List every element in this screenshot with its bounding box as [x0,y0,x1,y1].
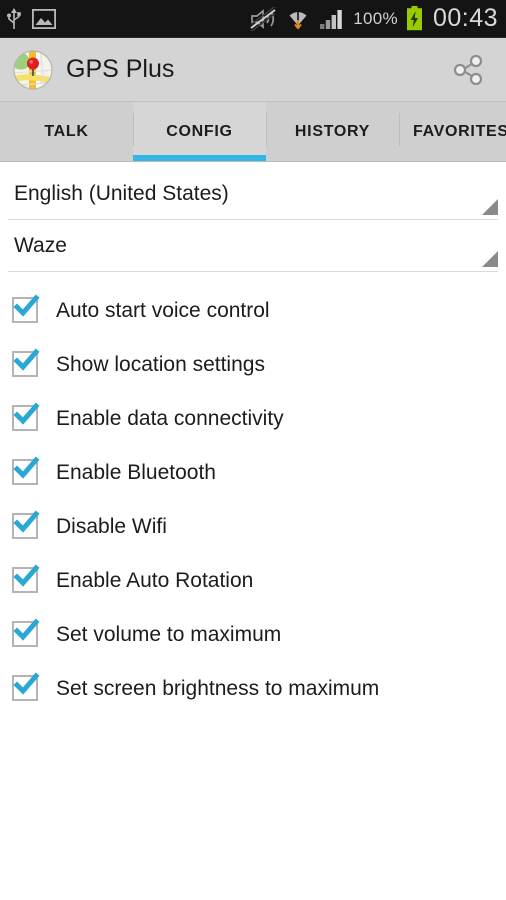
tab-config[interactable]: CONFIG [133,102,266,161]
share-button[interactable] [444,46,492,94]
tab-favorites-underline [399,155,506,161]
tab-config-label: CONFIG [166,122,233,140]
checkbox-label: Enable Auto Rotation [56,569,254,592]
config-panel: English (United States) Waze Auto start … [0,168,506,716]
status-bar: 100% 00:43 [0,0,506,38]
tab-history-underline [266,155,399,161]
tab-history[interactable]: HISTORY [266,102,399,161]
clock-label: 00:43 [432,4,498,32]
wifi-download-icon [289,10,307,30]
checkbox-row-disable-wifi[interactable]: Disable Wifi [0,500,506,554]
navigation-app-spinner-value: Waze [14,233,67,257]
spinner-triangle-icon [482,199,498,215]
checkbox-label: Disable Wifi [56,515,167,538]
language-spinner[interactable]: English (United States) [8,168,498,220]
checkbox-row-enable-data-connectivity[interactable]: Enable data connectivity [0,392,506,446]
mute-vibrate-off-icon [250,6,276,31]
gps-map-globe-icon [13,49,53,90]
spinner-triangle-icon [482,251,498,267]
checkbox-label: Set volume to maximum [56,623,282,646]
checkbox-row-enable-bluetooth[interactable]: Enable Bluetooth [0,446,506,500]
tab-history-label: HISTORY [294,122,371,140]
tab-favorites[interactable]: FAVORITES [399,102,506,161]
checkbox-label: Set screen brightness to maximum [56,677,380,700]
checkbox-label: Enable data connectivity [56,407,284,430]
checkbox-checked-icon[interactable] [12,672,40,703]
language-spinner-value: English (United States) [14,181,229,205]
status-bar-right-icons: 100% 00:43 [249,6,498,31]
checkbox-checked-icon[interactable] [12,294,40,325]
battery-charging-icon [406,6,422,31]
checkbox-row-set-volume-to-maximum[interactable]: Set volume to maximum [0,608,506,662]
checkbox-row-show-location-settings[interactable]: Show location settings [0,338,506,392]
checkbox-checked-icon[interactable] [12,618,40,649]
checkbox-label: Show location settings [56,353,265,376]
checkbox-row-enable-auto-rotation[interactable]: Enable Auto Rotation [0,554,506,608]
settings-checkbox-list: Auto start voice control Show location s… [0,272,506,716]
checkbox-checked-icon[interactable] [12,456,40,487]
checkbox-checked-icon[interactable] [12,510,40,541]
tab-talk-label: TALK [44,122,89,140]
battery-percent-label: 100% [353,8,398,28]
signal-bars-icon [320,9,343,29]
checkbox-row-auto-start-voice-control[interactable]: Auto start voice control [0,284,506,338]
tab-talk[interactable]: TALK [0,102,133,161]
checkbox-row-set-screen-brightness-to-maximum[interactable]: Set screen brightness to maximum [0,662,506,716]
app-bar: GPS Plus [0,38,506,102]
app-screen: 100% 00:43 GPS Plus TALK CONFIG HISTORY … [0,0,506,900]
usb-icon [7,7,21,29]
checkbox-label: Enable Bluetooth [56,461,216,484]
share-icon [453,54,483,85]
checkbox-checked-icon[interactable] [12,348,40,379]
app-title: GPS Plus [66,55,175,83]
checkbox-checked-icon[interactable] [12,402,40,433]
tab-talk-underline [0,155,133,161]
status-bar-left-icons [6,7,56,31]
checkbox-checked-icon[interactable] [12,564,40,595]
tab-favorites-label: FAVORITES [413,122,506,140]
tab-config-underline [133,155,266,161]
checkbox-label: Auto start voice control [56,299,270,322]
navigation-app-spinner[interactable]: Waze [8,220,498,272]
tab-bar: TALK CONFIG HISTORY FAVORITES [0,102,506,162]
screenshot-image-icon [32,8,56,29]
